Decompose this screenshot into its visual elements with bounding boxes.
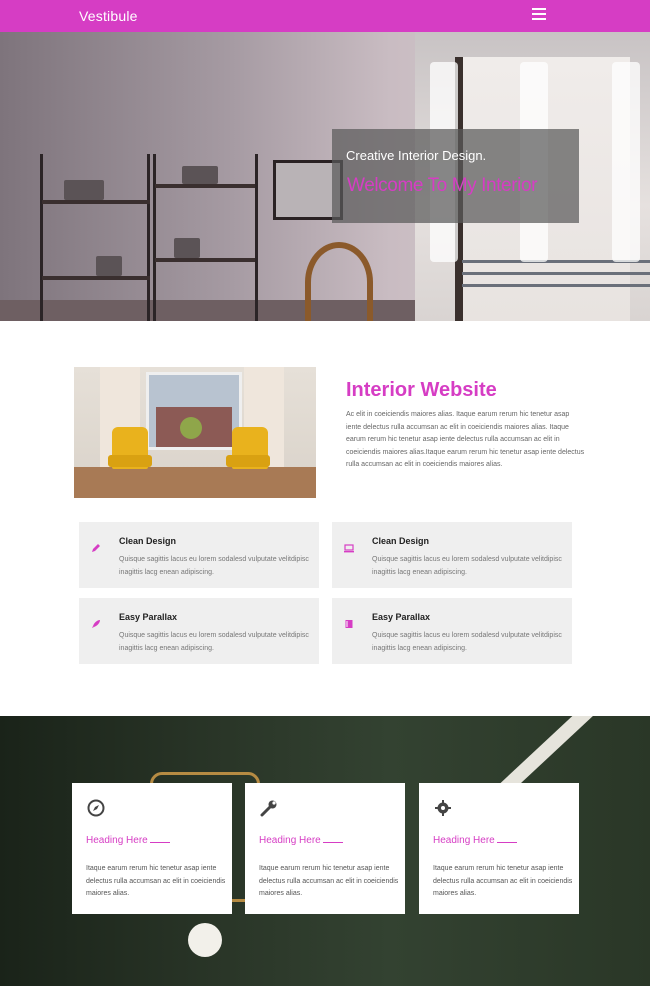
rocket-icon: [89, 618, 103, 632]
yellow-chair-seat: [108, 455, 152, 467]
hamburger-menu-icon[interactable]: [532, 8, 546, 20]
hero-subtitle: Creative Interior Design.: [346, 148, 487, 163]
feature-item: Clean Design Quisque sagittis lacus eu l…: [79, 522, 319, 588]
shelf-post: [255, 154, 258, 321]
shelf-decor: [182, 166, 218, 184]
harp: [305, 242, 373, 321]
card-heading: Heading Here: [259, 835, 321, 846]
shelf-board: [42, 276, 150, 280]
shelf-board: [155, 184, 255, 188]
navbar: Vestibule: [0, 0, 650, 32]
shelf-decor: [96, 256, 122, 276]
compass-icon: [86, 799, 106, 819]
card-text: Itaque earum rerum hic tenetur asap ient…: [433, 865, 573, 897]
shelf-post: [153, 154, 156, 321]
about-floor: [74, 467, 316, 498]
card-heading-underline: [150, 842, 170, 843]
hero-window-rail: [462, 284, 650, 287]
feature-text: Quisque sagittis lacus eu lorem sodalesd…: [372, 556, 562, 576]
card-text: Itaque earum rerum hic tenetur asap ient…: [86, 865, 226, 897]
hero-window-rail: [462, 272, 650, 275]
brand-logo[interactable]: Vestibule: [79, 8, 138, 24]
feature-title: Easy Parallax: [372, 612, 431, 622]
gear-icon: [433, 799, 453, 819]
background-rosette: [188, 923, 222, 957]
shelf-post: [40, 154, 43, 321]
book-icon: [342, 618, 356, 632]
feature-text: Quisque sagittis lacus eu lorem sodalesd…: [372, 632, 562, 652]
shelf-decor: [64, 180, 104, 200]
feature-title: Clean Design: [119, 536, 177, 546]
about-title: Interior Website: [346, 379, 497, 401]
service-card: Heading Here Itaque earum rerum hic tene…: [245, 783, 405, 914]
feature-title: Easy Parallax: [119, 612, 178, 622]
laptop-icon: [342, 542, 356, 556]
feature-item: Clean Design Quisque sagittis lacus eu l…: [332, 522, 572, 588]
feature-item: Easy Parallax Quisque sagittis lacus eu …: [79, 598, 319, 664]
about-image: [74, 367, 316, 498]
feature-item: Easy Parallax Quisque sagittis lacus eu …: [332, 598, 572, 664]
card-heading: Heading Here: [86, 835, 148, 846]
menu-bar: [532, 8, 546, 10]
shelf-board: [155, 258, 255, 262]
feature-title: Clean Design: [372, 536, 430, 546]
shelf-board: [42, 200, 150, 204]
card-text: Itaque earum rerum hic tenetur asap ient…: [259, 865, 399, 897]
feature-text: Quisque sagittis lacus eu lorem sodalesd…: [119, 556, 309, 576]
hero-title: Welcome To My Interior: [347, 175, 538, 196]
card-heading-underline: [323, 842, 343, 843]
about-text: Ac elit in coeiciendis maiores alias. It…: [346, 411, 585, 469]
shelf-decor: [174, 238, 200, 258]
menu-bar: [532, 18, 546, 20]
service-card: Heading Here Itaque earum rerum hic tene…: [419, 783, 579, 914]
wrench-icon: [259, 799, 279, 819]
shelf-post: [147, 154, 150, 321]
menu-bar: [532, 13, 546, 15]
card-heading: Heading Here: [433, 835, 495, 846]
plant: [180, 417, 202, 439]
service-card: Heading Here Itaque earum rerum hic tene…: [72, 783, 232, 914]
feature-text: Quisque sagittis lacus eu lorem sodalesd…: [119, 632, 309, 652]
pencil-icon: [89, 542, 103, 556]
card-heading-underline: [497, 842, 517, 843]
hero-curtain: [612, 62, 640, 262]
yellow-chair-seat: [226, 455, 270, 467]
